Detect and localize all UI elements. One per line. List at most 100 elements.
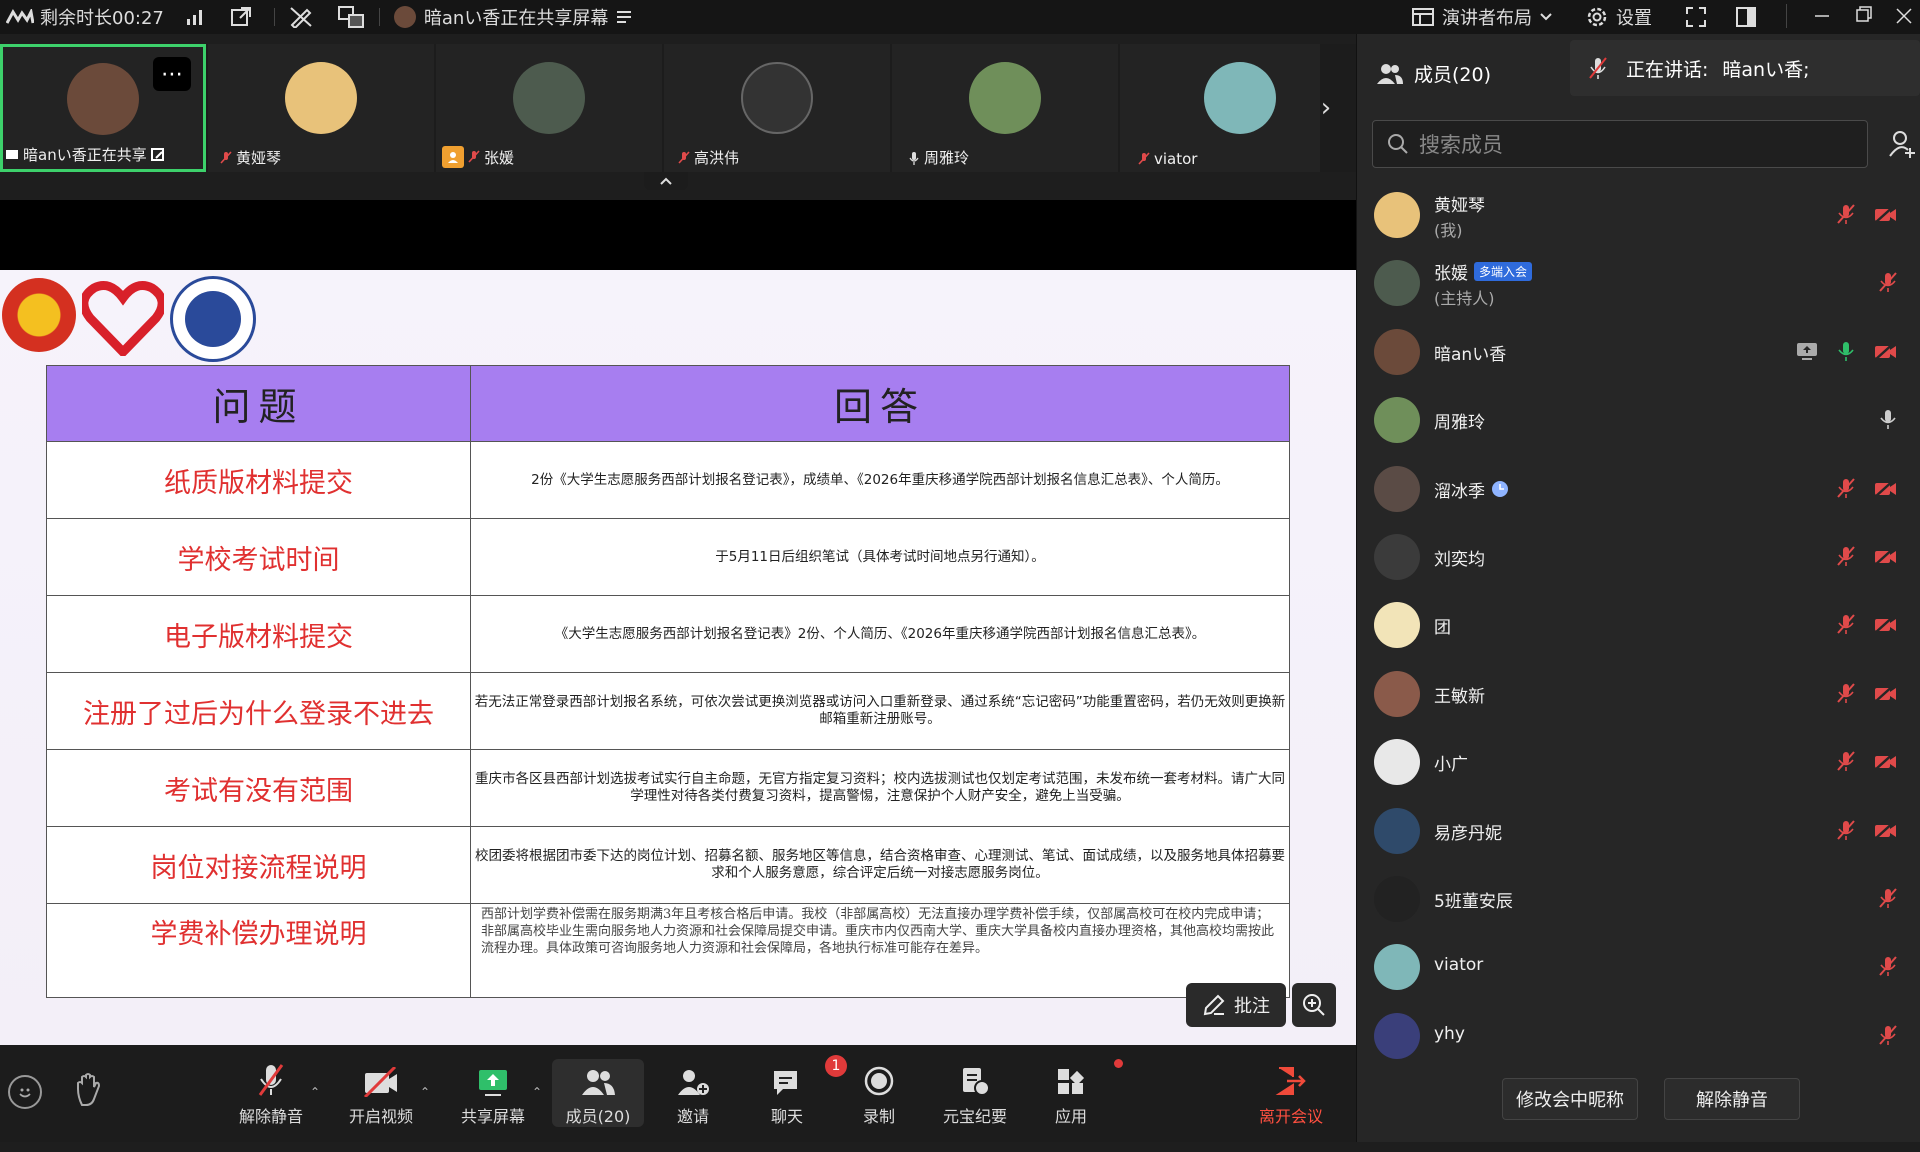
unmute-panel-button[interactable]: 解除静音 bbox=[1664, 1078, 1800, 1120]
mic-icon[interactable] bbox=[1878, 408, 1898, 430]
settings-button[interactable]: 设置 bbox=[1586, 0, 1652, 34]
mic-muted-icon[interactable] bbox=[1836, 477, 1856, 499]
layout-button[interactable]: 演讲者布局 bbox=[1412, 0, 1552, 34]
camera-off-icon[interactable] bbox=[1874, 477, 1898, 498]
mic-muted-icon[interactable] bbox=[1836, 545, 1856, 567]
answer-cell: 西部计划学费补偿需在服务期满3年且考核合格后申请。我校（非部属高校）无法直接办理… bbox=[470, 903, 1290, 998]
member-row[interactable]: 黄娅琴 (我) bbox=[1356, 181, 1920, 249]
youth-league-logo bbox=[2, 278, 76, 352]
member-name: 刘奕均 bbox=[1434, 550, 1485, 570]
chevron-up-icon[interactable]: ⌃ bbox=[532, 1085, 542, 1099]
raise-hand-button[interactable] bbox=[74, 1073, 106, 1113]
member-row[interactable]: 易彦丹妮 bbox=[1356, 797, 1920, 865]
invite-member-icon[interactable] bbox=[1888, 130, 1916, 158]
record-button[interactable]: 录制 bbox=[834, 1061, 924, 1127]
camera-off-icon[interactable] bbox=[1874, 819, 1898, 840]
member-row[interactable]: 王敏新 bbox=[1356, 660, 1920, 728]
reaction-button[interactable] bbox=[8, 1075, 42, 1109]
zoom-button[interactable] bbox=[1292, 983, 1336, 1027]
invite-button[interactable]: 邀请 bbox=[648, 1061, 738, 1127]
member-status-icons bbox=[1836, 203, 1898, 225]
camera-off-icon[interactable] bbox=[1874, 614, 1898, 635]
member-row[interactable]: 暗anい香 bbox=[1356, 318, 1920, 386]
answer-cell: 于5月11日后组织笔试（具体考试时间地点另行通知）。 bbox=[470, 518, 1290, 596]
mic-muted-icon[interactable] bbox=[1878, 271, 1898, 293]
mic-muted-icon[interactable] bbox=[1836, 682, 1856, 704]
annotate-button[interactable]: 批注 bbox=[1186, 983, 1286, 1027]
rename-button[interactable]: 修改会中昵称 bbox=[1502, 1078, 1638, 1120]
member-row[interactable]: 小广 bbox=[1356, 728, 1920, 796]
presentation-slide: 问题 回答 纸质版材料提交 2份《大学生志愿服务西部计划报名登记表》，成绩单、《… bbox=[0, 270, 1356, 1045]
member-row[interactable]: viator bbox=[1356, 933, 1920, 1001]
start-video-button[interactable]: 开启视频 bbox=[336, 1061, 426, 1127]
add-user-icon bbox=[676, 1067, 710, 1097]
minimize-icon[interactable] bbox=[1812, 6, 1832, 26]
video-tile[interactable]: 黄娅琴 bbox=[208, 44, 434, 172]
member-row[interactable]: 刘奕均 bbox=[1356, 523, 1920, 591]
video-tile[interactable]: 周雅玲 bbox=[892, 44, 1118, 172]
meeting-summary-button[interactable]: 元宝纪要 bbox=[930, 1061, 1020, 1127]
chat-button[interactable]: 1 聊天 bbox=[742, 1055, 847, 1127]
table-row: 学校考试时间 于5月11日后组织笔试（具体考试时间地点另行通知）。 bbox=[46, 518, 1290, 596]
mic-active-icon[interactable] bbox=[1836, 340, 1856, 362]
mic-muted-icon[interactable] bbox=[1878, 1024, 1898, 1046]
unmute-button[interactable]: 解除静音 bbox=[226, 1061, 316, 1127]
exit-icon bbox=[1275, 1065, 1307, 1097]
member-status-icons bbox=[1878, 271, 1898, 293]
member-search-input[interactable]: 搜索成员 bbox=[1372, 120, 1868, 168]
mic-muted-icon[interactable] bbox=[1836, 203, 1856, 225]
member-status-icons bbox=[1878, 1024, 1898, 1046]
members-button[interactable]: 成员(20) bbox=[552, 1059, 644, 1127]
chevron-up-icon[interactable]: ⌃ bbox=[420, 1085, 430, 1099]
members-icon bbox=[580, 1067, 616, 1097]
invite-label: 邀请 bbox=[676, 1107, 709, 1126]
mic-muted-icon[interactable] bbox=[1836, 819, 1856, 841]
share-screen-button[interactable]: 共享屏幕 bbox=[448, 1061, 538, 1127]
chevron-up-icon[interactable]: ⌃ bbox=[310, 1085, 320, 1099]
menu-icon[interactable] bbox=[616, 10, 632, 24]
popout-icon[interactable] bbox=[230, 6, 252, 28]
screen-share-icon[interactable] bbox=[1796, 341, 1818, 361]
sharing-status[interactable]: 暗anい香正在共享屏幕 bbox=[393, 0, 632, 34]
member-row[interactable]: 周雅玲 bbox=[1356, 386, 1920, 454]
members-count-title: 成员(20) bbox=[1414, 64, 1492, 86]
remote-control-icon[interactable] bbox=[337, 5, 365, 29]
video-tile[interactable]: 张媛 bbox=[436, 44, 662, 172]
mic-muted-icon[interactable] bbox=[1878, 955, 1898, 977]
close-icon[interactable] bbox=[1894, 6, 1914, 26]
strip-next-arrow[interactable]: › bbox=[1312, 44, 1340, 172]
fullscreen-icon[interactable] bbox=[1685, 6, 1707, 28]
mic-muted-icon[interactable] bbox=[1836, 750, 1856, 772]
mic-muted-icon[interactable] bbox=[1878, 887, 1898, 909]
gear-icon bbox=[1586, 6, 1608, 28]
settings-label: 设置 bbox=[1616, 8, 1652, 29]
answer-cell: 若无法正常登录西部计划报名系统，可依次尝试更换浏览器或访问入口重新登录、通过系统… bbox=[470, 672, 1290, 750]
avatar bbox=[741, 62, 813, 134]
more-options-icon[interactable]: ⋯ bbox=[153, 57, 191, 91]
camera-off-icon[interactable] bbox=[1874, 204, 1898, 224]
member-row[interactable]: 5班董安辰 bbox=[1356, 865, 1920, 933]
member-name-group: 黄娅琴 bbox=[1434, 191, 1485, 216]
meeting-toolbar: 解除静音 ⌃ 开启视频 ⌃ 共享屏幕 ⌃ 成员(20) 邀请 1 聊天 录制 元… bbox=[0, 1045, 1356, 1142]
leave-meeting-button[interactable]: 离开会议 bbox=[1246, 1061, 1336, 1127]
annotate-off-icon[interactable] bbox=[289, 6, 313, 28]
signal-icon[interactable] bbox=[186, 8, 204, 26]
camera-off-icon[interactable] bbox=[1874, 751, 1898, 772]
camera-off-icon[interactable] bbox=[1874, 546, 1898, 566]
member-row[interactable]: 张媛 多端入会 (主持人) bbox=[1356, 249, 1920, 317]
video-tile-active-speaker[interactable]: ⋯ 暗anい香正在共享 bbox=[0, 44, 206, 172]
camera-off-icon[interactable] bbox=[1874, 340, 1898, 361]
video-tile[interactable]: 高洪伟 bbox=[664, 44, 890, 172]
collapse-strip-tab[interactable] bbox=[644, 172, 688, 190]
sidebar-toggle-icon[interactable] bbox=[1735, 6, 1757, 28]
member-row[interactable]: 溜冰季 bbox=[1356, 455, 1920, 523]
apps-button[interactable]: 应用 bbox=[1026, 1059, 1123, 1127]
member-name: 张媛 bbox=[1434, 264, 1468, 285]
restore-icon[interactable] bbox=[1854, 4, 1874, 24]
video-tile[interactable]: viator bbox=[1120, 44, 1320, 172]
camera-off-icon[interactable] bbox=[1874, 682, 1898, 703]
member-row[interactable]: 团 bbox=[1356, 591, 1920, 659]
mic-muted-icon[interactable] bbox=[1836, 613, 1856, 635]
question-cell: 学费补偿办理说明 bbox=[46, 903, 471, 998]
member-row[interactable]: yhy bbox=[1356, 1002, 1920, 1070]
